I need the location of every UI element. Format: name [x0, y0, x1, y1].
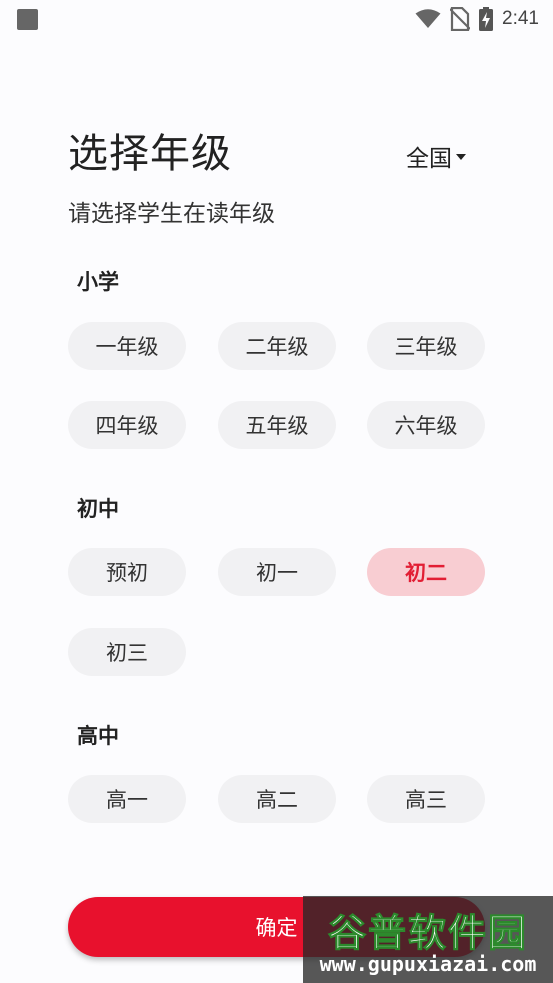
section-label: 初中	[77, 497, 119, 521]
page-title: 选择年级	[68, 131, 232, 177]
page-subtitle: 请选择学生在读年级	[68, 201, 275, 227]
no-sim-icon	[450, 7, 471, 31]
grade-chip[interactable]: 高一	[68, 775, 186, 823]
watermark-url: www.gupuxiazai.com	[319, 952, 537, 976]
grade-chip[interactable]: 初三	[68, 628, 186, 676]
grade-chip[interactable]: 六年级	[367, 401, 485, 449]
section-label: 小学	[77, 270, 119, 294]
grade-chip[interactable]: 高二	[218, 775, 336, 823]
wifi-icon	[415, 9, 441, 28]
region-dropdown[interactable]: 全国	[406, 139, 466, 173]
region-label: 全国	[406, 146, 452, 172]
grade-chip[interactable]: 高三	[367, 775, 485, 823]
grade-chip[interactable]: 五年级	[218, 401, 336, 449]
status-icons: 2:41	[415, 6, 539, 32]
grade-chip[interactable]: 初一	[218, 548, 336, 596]
watermark: 谷普软件园 www.gupuxiazai.com	[303, 896, 553, 983]
grade-chip-selected[interactable]: 初二	[367, 548, 485, 596]
section-label: 高中	[77, 724, 119, 748]
clock: 2:41	[502, 8, 539, 29]
dropdown-arrow-icon	[456, 154, 466, 160]
grade-chip[interactable]: 三年级	[367, 322, 485, 370]
grade-chip[interactable]: 四年级	[68, 401, 186, 449]
watermark-title: 谷普软件园	[327, 911, 528, 956]
status-bar: 2:41	[0, 0, 553, 40]
notification-icon	[17, 9, 38, 30]
battery-charging-icon	[479, 7, 494, 31]
grade-chip[interactable]: 二年级	[218, 322, 336, 370]
grade-chip[interactable]: 预初	[68, 548, 186, 596]
grade-chip[interactable]: 一年级	[68, 322, 186, 370]
